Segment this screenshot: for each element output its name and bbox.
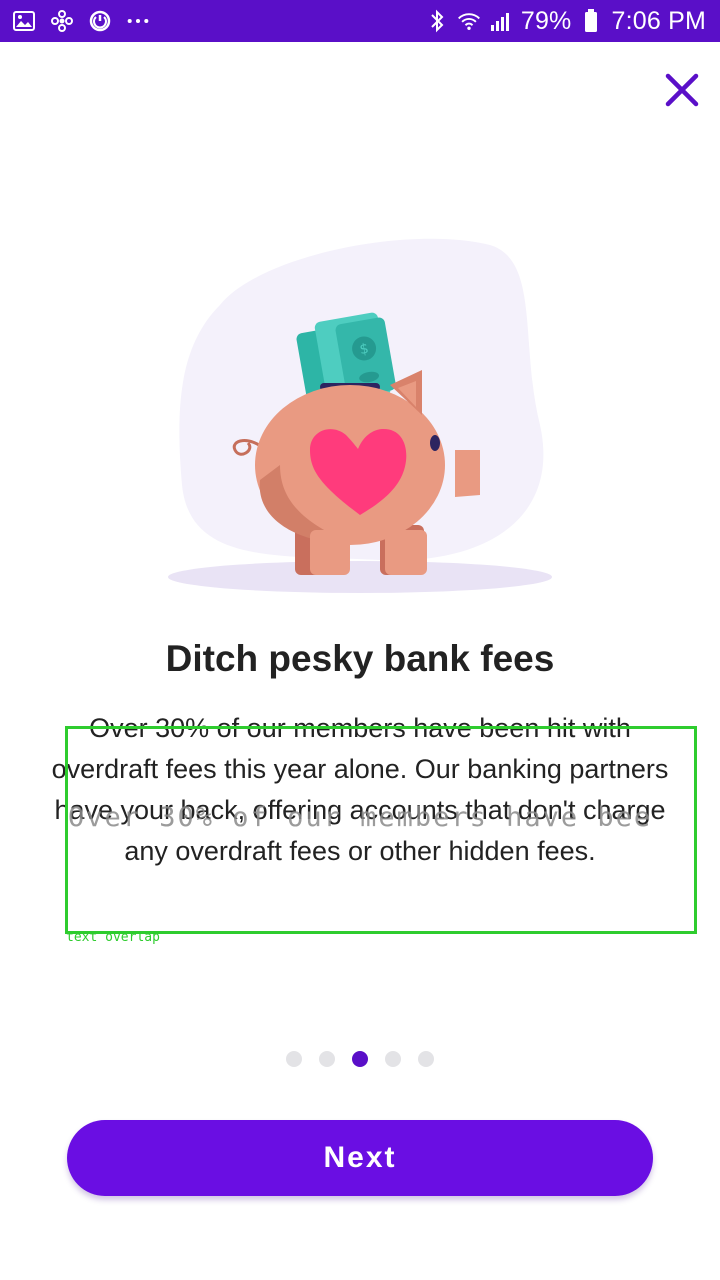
next-button[interactable]: Next bbox=[67, 1120, 653, 1196]
status-time: 7:06 PM bbox=[611, 6, 706, 35]
wifi-icon bbox=[457, 9, 481, 33]
page-dot-5[interactable] bbox=[418, 1051, 434, 1067]
bluetooth-icon bbox=[425, 9, 449, 33]
status-bar: 79% 7:06 PM bbox=[0, 0, 720, 42]
page-dot-2[interactable] bbox=[319, 1051, 335, 1067]
page-indicator bbox=[0, 1051, 720, 1067]
fan-icon bbox=[50, 9, 74, 33]
piggy-bank-with-cash-icon: $ bbox=[168, 238, 552, 593]
close-icon[interactable] bbox=[665, 73, 699, 112]
battery-percent: 79% bbox=[520, 6, 572, 35]
signal-icon bbox=[489, 9, 513, 33]
sync-icon bbox=[88, 9, 112, 33]
page-dot-4[interactable] bbox=[385, 1051, 401, 1067]
debug-bounding-box bbox=[65, 726, 697, 934]
debug-label: text overlap bbox=[66, 930, 160, 945]
page-dot-3[interactable] bbox=[352, 1051, 368, 1067]
gallery-icon bbox=[12, 9, 36, 33]
page-dot-1[interactable] bbox=[286, 1051, 302, 1067]
page-title: Ditch pesky bank fees bbox=[165, 638, 555, 679]
close-button[interactable] bbox=[660, 70, 704, 114]
more-dots-icon bbox=[126, 9, 150, 33]
piggy-bank-illustration: $ bbox=[160, 225, 560, 605]
battery-icon bbox=[579, 9, 603, 33]
